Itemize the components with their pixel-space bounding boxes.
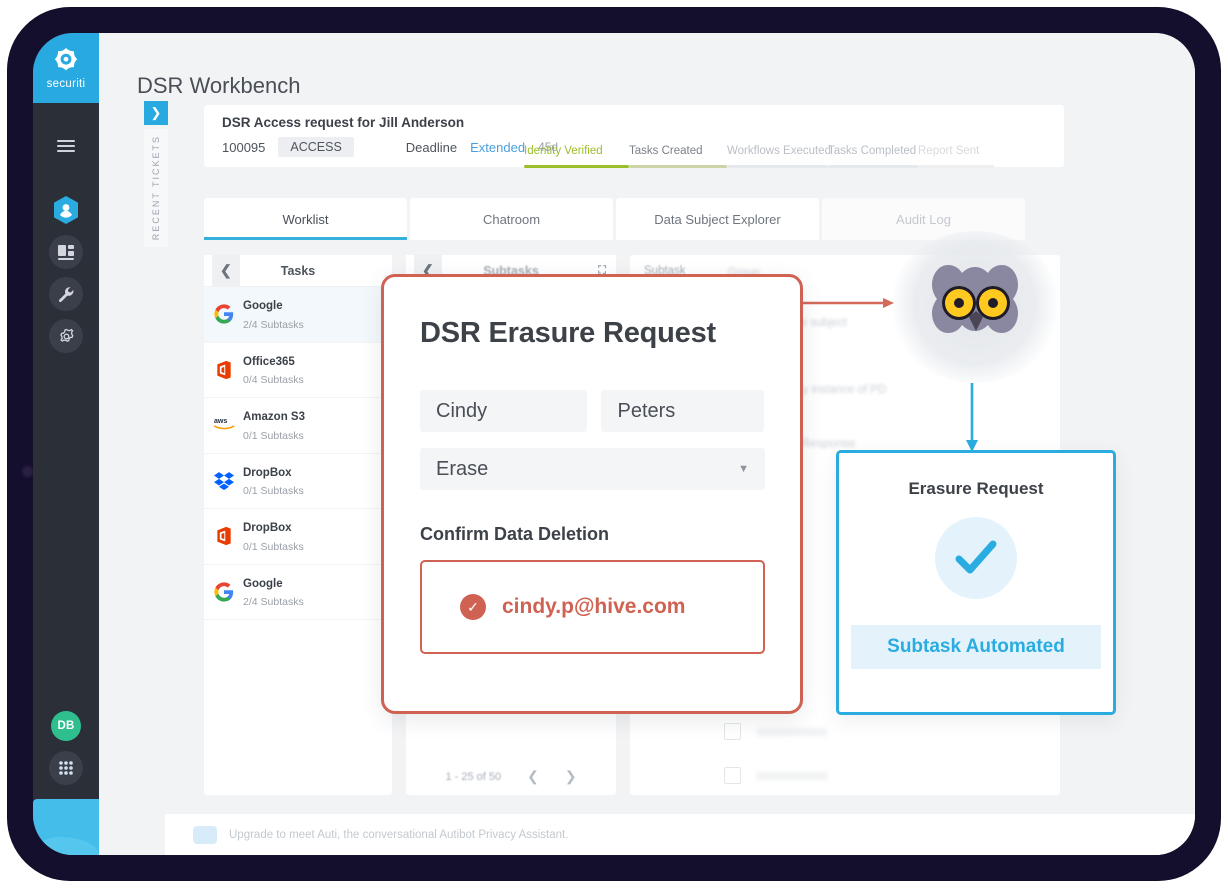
recent-tickets-label: RECENT TICKETS	[151, 135, 161, 241]
chat-bubble-icon	[193, 825, 217, 844]
upgrade-banner-text: Upgrade to meet Auti, the conversational…	[229, 828, 569, 841]
svg-text:aws: aws	[214, 418, 227, 425]
task-text: Google 2/4 Subtasks	[243, 577, 304, 609]
tasks-panel: ❮ Tasks Google 2/4 Subtasks Office365 0/…	[204, 255, 392, 795]
checkbox-icon[interactable]	[724, 767, 741, 784]
ticket-meta-row: 100095 ACCESS Deadline Extended 45d	[222, 137, 558, 157]
pagination: 1 - 25 of 50 ❮ ❯	[406, 768, 616, 785]
step-tasks-completed[interactable]: Tasks Completed	[828, 145, 918, 168]
dsr-erasure-request-modal: DSR Erasure Request Cindy Peters Erase ▼…	[381, 274, 803, 714]
erasure-request-automation-card: Erasure Request Subtask Automated	[836, 450, 1116, 715]
securiti-logo-icon	[51, 46, 81, 76]
tasks-panel-title: Tasks	[280, 263, 316, 278]
step-workflows-executed[interactable]: Workflows Executed	[727, 145, 831, 168]
checkbox-label-placeholder	[757, 727, 827, 736]
apps-grid-icon[interactable]	[49, 751, 83, 785]
ticket-type-badge: ACCESS	[278, 137, 354, 157]
tasks-back-chevron-left-icon[interactable]: ❮	[212, 255, 240, 286]
task-text: DropBox 0/1 Subtasks	[243, 466, 304, 498]
checkbox-icon[interactable]	[724, 723, 741, 740]
step-report-sent[interactable]: Report Sent	[918, 145, 994, 168]
hamburger-menu-icon[interactable]	[49, 129, 83, 163]
auti-owl-mascot-icon	[889, 231, 1061, 383]
request-action-value: Erase	[436, 457, 489, 480]
subtask-automated-status: Subtask Automated	[851, 625, 1101, 669]
sidebar-nav	[33, 193, 99, 353]
confirm-data-deletion-heading: Confirm Data Deletion	[420, 524, 610, 544]
task-text: Office365 0/4 Subtasks	[243, 355, 304, 387]
office365-logo-icon	[214, 526, 234, 546]
camera-dot-icon	[22, 466, 33, 477]
first-name-input[interactable]: Cindy	[420, 390, 588, 432]
confirm-email-box[interactable]: ✓ cindy.p@hive.com	[420, 560, 765, 654]
task-row[interactable]: aws Amazon S3 0/1 Subtasks	[204, 398, 392, 454]
confirm-email-value: cindy.p@hive.com	[502, 595, 686, 618]
background-checkbox-group	[724, 723, 827, 784]
pagination-prev-chevron-left-icon[interactable]: ❮	[527, 768, 539, 785]
checkmark-icon	[935, 517, 1017, 599]
ticket-id: 100095	[222, 139, 266, 155]
step-tasks-created[interactable]: Tasks Created	[629, 145, 727, 168]
sidebar-item-dashboard[interactable]	[49, 235, 83, 269]
sidebar-item-privaci[interactable]	[49, 193, 83, 227]
google-logo-icon	[214, 582, 234, 602]
tab-data-subject-explorer[interactable]: Data Subject Explorer	[616, 198, 819, 240]
modal-title: DSR Erasure Request	[420, 317, 716, 349]
request-action-select[interactable]: Erase ▼	[420, 448, 765, 490]
deadline-status[interactable]: Extended	[470, 140, 525, 155]
recent-tickets-toggle-chevron-right-icon[interactable]: ❯	[144, 101, 168, 125]
tablet-frame: securiti DB DSR Workbench ❯ RECENT TICKE…	[8, 8, 1220, 880]
progress-step-tracker: Identity Verified Tasks Created Workflow…	[524, 145, 994, 177]
brand-logo-block[interactable]: securiti	[33, 33, 99, 103]
recent-tickets-rail: ❯ RECENT TICKETS	[144, 101, 176, 251]
task-text: Google 2/4 Subtasks	[243, 300, 304, 331]
ticket-title: DSR Access request for Jill Anderson	[222, 115, 465, 130]
pagination-next-chevron-right-icon[interactable]: ❯	[565, 768, 577, 785]
task-row[interactable]: Google 2/4 Subtasks	[204, 287, 392, 343]
tablet-screen: securiti DB DSR Workbench ❯ RECENT TICKE…	[33, 33, 1195, 855]
step-identity-verified[interactable]: Identity Verified	[524, 145, 629, 168]
task-text: DropBox 0/1 Subtasks	[243, 522, 304, 553]
sidebar-item-settings[interactable]	[49, 319, 83, 353]
sidebar-item-tools[interactable]	[49, 277, 83, 311]
flow-arrow-blue-icon	[966, 383, 978, 452]
checkbox-row[interactable]	[724, 723, 827, 740]
deadline-label: Deadline	[405, 139, 458, 155]
sidebar-wave-decoration	[33, 799, 99, 855]
tab-worklist[interactable]: Worklist	[204, 198, 407, 240]
chevron-down-icon: ▼	[738, 463, 749, 475]
tab-chatroom[interactable]: Chatroom	[410, 198, 613, 240]
upgrade-banner[interactable]: Upgrade to meet Auti, the conversational…	[165, 813, 1195, 855]
name-fields-row: Cindy Peters	[420, 390, 764, 432]
brand-name-label: securiti	[46, 78, 86, 90]
google-logo-icon	[214, 304, 234, 324]
checkbox-label-placeholder	[757, 771, 827, 780]
sidebar-bottom-group: DB	[33, 711, 99, 785]
office365-logo-icon	[214, 360, 234, 380]
dropbox-logo-icon	[214, 471, 234, 491]
last-name-input[interactable]: Peters	[601, 390, 764, 432]
task-text: Amazon S3 0/1 Subtasks	[243, 411, 305, 442]
task-row[interactable]: DropBox 0/1 Subtasks	[204, 509, 392, 565]
task-row[interactable]: Office365 0/4 Subtasks	[204, 342, 392, 399]
checkbox-row[interactable]	[724, 767, 827, 784]
avatar[interactable]: DB	[51, 711, 81, 741]
check-circle-icon: ✓	[460, 594, 486, 620]
automation-card-title: Erasure Request	[908, 479, 1044, 498]
page-title: DSR Workbench	[137, 73, 301, 98]
flow-arrow-red-icon	[799, 298, 894, 308]
tasks-panel-header: ❮ Tasks	[204, 255, 392, 287]
task-row[interactable]: DropBox 0/1 Subtasks	[204, 453, 392, 510]
pagination-range: 1 - 25 of 50	[445, 770, 502, 783]
recent-tickets-strip[interactable]: RECENT TICKETS	[144, 129, 168, 247]
page-body: DSR Workbench ❯ RECENT TICKETS DSR Acces…	[99, 33, 1195, 855]
app-sidebar: securiti DB	[33, 33, 99, 855]
aws-logo-icon: aws	[214, 415, 235, 435]
task-row[interactable]: Google 2/4 Subtasks	[204, 564, 392, 621]
